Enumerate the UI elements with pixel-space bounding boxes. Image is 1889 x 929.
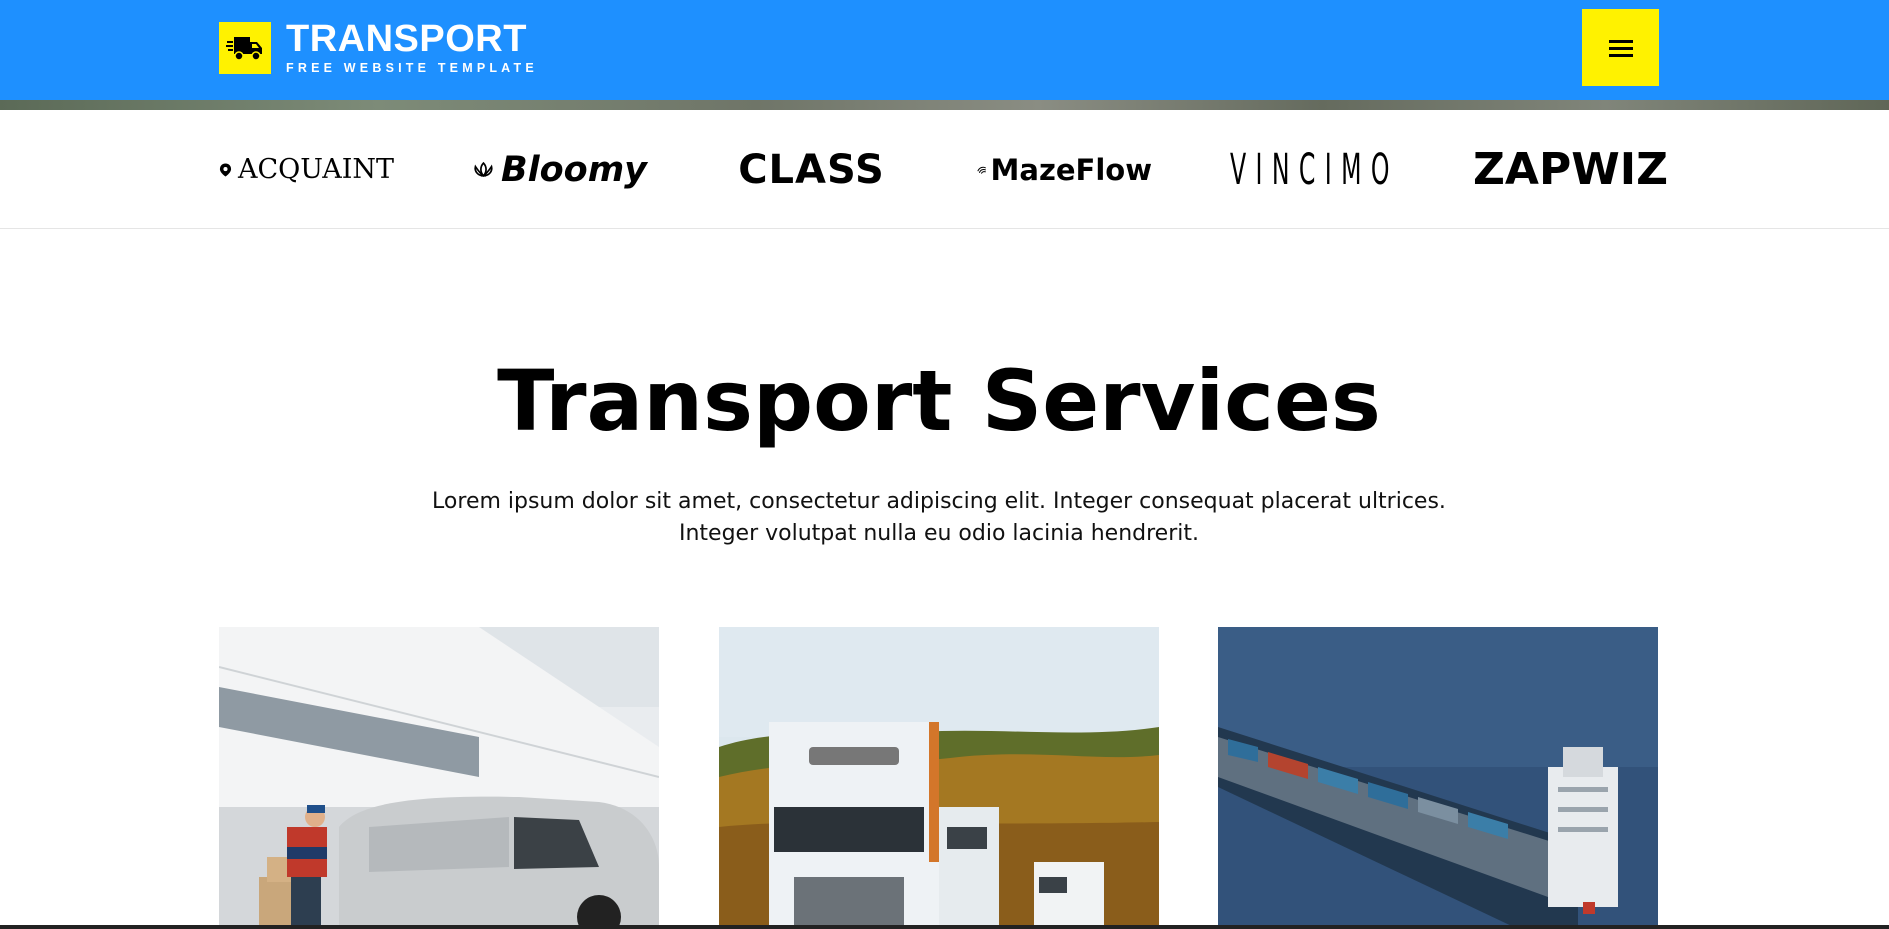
- site-header: TRANSPORT FREE WEBSITE TEMPLATE: [0, 0, 1889, 100]
- description-line-1: Lorem ipsum dolor sit amet, consectetur …: [432, 489, 1446, 514]
- service-card-delivery[interactable]: [219, 627, 659, 929]
- logo-title: TRANSPORT: [286, 18, 527, 60]
- page-bottom-edge: [0, 925, 1889, 929]
- section-description: Lorem ipsum dolor sit amet, consectetur …: [419, 486, 1459, 550]
- brand-logo-vincimo: VINCIMO: [1230, 110, 1406, 229]
- brand-logo-mazeflow: MazeFlow: [977, 110, 1152, 229]
- brand-name: Bloomy: [500, 149, 647, 190]
- lotus-icon: [474, 161, 493, 177]
- site-logo[interactable]: TRANSPORT FREE WEBSITE TEMPLATE: [219, 18, 538, 75]
- brand-name: ACQUAINT: [237, 154, 394, 185]
- logo-subtitle: FREE WEBSITE TEMPLATE: [286, 61, 538, 75]
- brand-name: VINCIMO: [1230, 144, 1399, 195]
- delivery-van-photo: [219, 627, 659, 929]
- pin-icon: [219, 163, 232, 176]
- truck-icon: [219, 22, 271, 74]
- hero-image-strip: [0, 100, 1889, 110]
- brand-logo-zapwiz: ZAPWIZ: [1473, 110, 1668, 229]
- wave-icon: [977, 166, 987, 174]
- brand-name: ZAPWIZ: [1473, 144, 1669, 195]
- brand-logo-bloomy: Bloomy: [472, 110, 647, 229]
- brand-logo-acquaint: ACQUAINT: [219, 110, 394, 229]
- service-card-shipping[interactable]: [1218, 627, 1658, 929]
- description-line-2: Integer volutpat nulla eu odio lacinia h…: [679, 521, 1199, 546]
- trucks-photo: [719, 627, 1159, 929]
- brand-name: CLASS: [738, 146, 885, 193]
- hamburger-icon: [1608, 39, 1633, 57]
- section-title: Transport Services: [497, 352, 1381, 450]
- cargo-ship-photo: [1218, 627, 1658, 929]
- menu-button[interactable]: [1582, 9, 1659, 86]
- brand-logo-class: CLASS: [724, 110, 899, 229]
- brand-logos: ACQUAINT Bloomy CLASS MazeFlow VINCIMO Z…: [0, 110, 1889, 229]
- brand-name: MazeFlow: [990, 152, 1152, 187]
- service-card-trucking[interactable]: [719, 627, 1159, 929]
